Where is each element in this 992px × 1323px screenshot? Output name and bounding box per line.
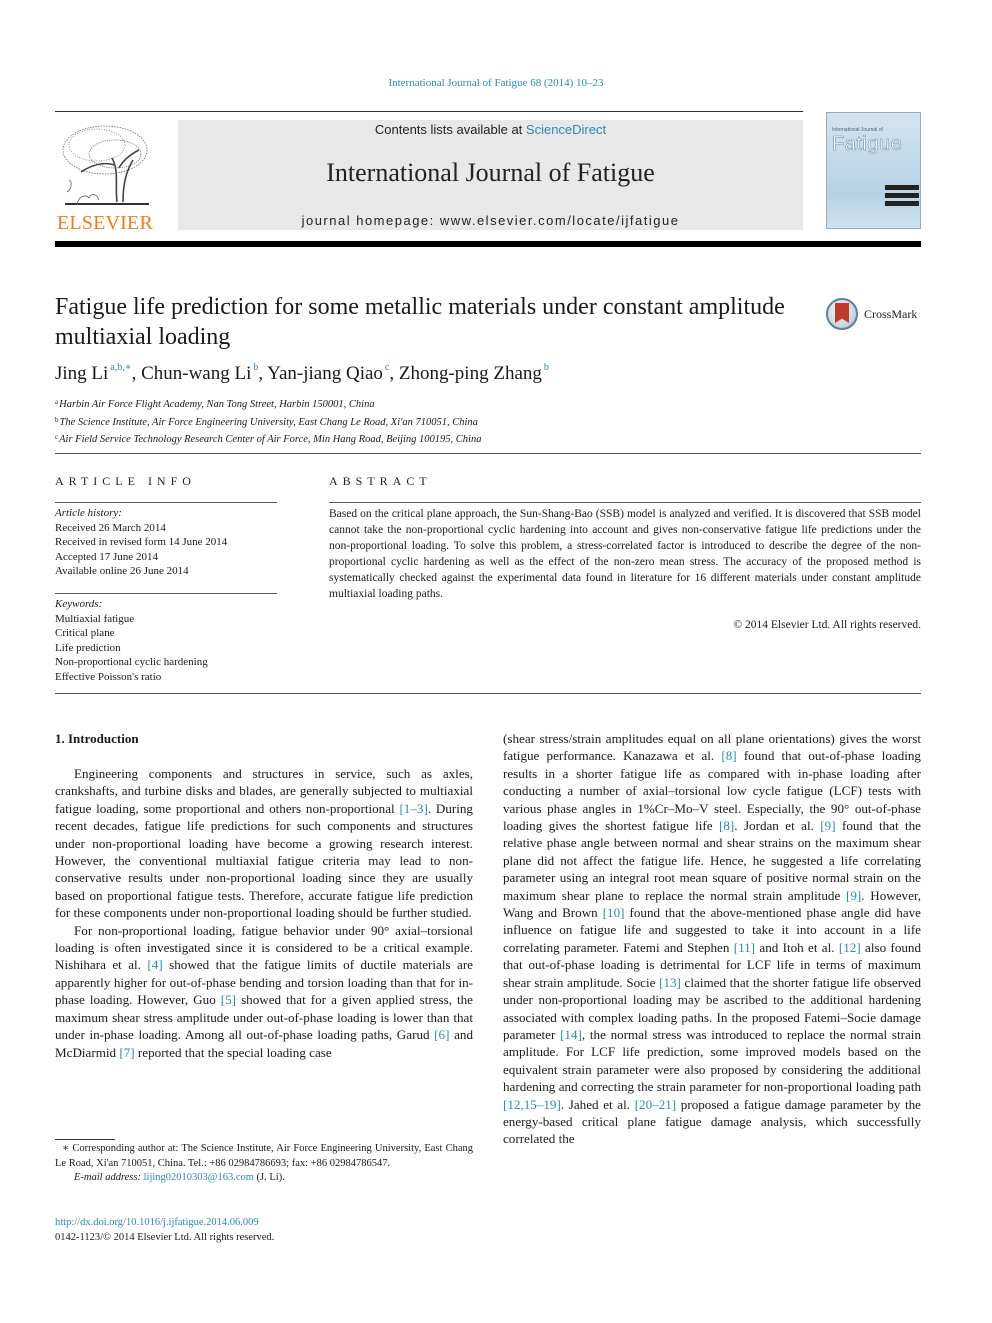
affiliation-key: b <box>55 415 59 424</box>
affiliation-text: Harbin Air Force Flight Academy, Nan Ton… <box>59 399 375 410</box>
contents-prefix: Contents lists available at <box>374 122 526 137</box>
article-history-label: Article history: <box>55 507 122 519</box>
body-column-right: (shear stress/strain amplitudes equal on… <box>503 730 921 1148</box>
citation-link[interactable]: [11] <box>734 940 755 955</box>
keyword-item: Effective Poisson's ratio <box>55 670 162 683</box>
footnote-corresponding: ∗ Corresponding author at: The Science I… <box>55 1142 473 1171</box>
citation-link[interactable]: [9] <box>820 818 835 833</box>
elsevier-wordmark: ELSEVIER <box>56 212 154 234</box>
divider <box>55 502 277 503</box>
cover-big-title: Fatigue <box>832 133 903 156</box>
divider <box>55 693 921 694</box>
header-thick-rule <box>55 241 921 247</box>
citation-link[interactable]: [6] <box>434 1027 449 1042</box>
affiliation-text: Air Field Service Technology Research Ce… <box>59 434 482 445</box>
email-label: E-mail address: <box>74 1172 144 1183</box>
author-affiliation-marker[interactable]: b <box>544 362 549 373</box>
journal-homepage-line: journal homepage: www.elsevier.com/locat… <box>178 213 803 228</box>
citation-link[interactable]: [12] <box>839 940 861 955</box>
journal-masthead: Contents lists available at ScienceDirec… <box>178 120 803 230</box>
divider <box>329 502 921 503</box>
author-affiliation-marker[interactable]: b <box>253 362 258 373</box>
crossmark-label: CrossMark <box>864 307 918 321</box>
citation-link[interactable]: [13] <box>659 975 681 990</box>
paragraph: For non-proportional loading, fatigue be… <box>55 922 473 1060</box>
citation-link[interactable]: [8] <box>719 818 734 833</box>
citation-link[interactable]: [9] <box>846 888 861 903</box>
keywords-label: Keywords: <box>55 598 103 610</box>
affiliation-item: aHarbin Air Force Flight Academy, Nan To… <box>55 395 481 413</box>
citation-link[interactable]: [20–21] <box>635 1097 676 1112</box>
journal-name: International Journal of Fatigue <box>326 158 655 187</box>
abstract-heading: ABSTRACT <box>329 474 432 488</box>
citation-link[interactable]: [12,15–19] <box>503 1097 561 1112</box>
paragraph: Engineering components and structures in… <box>55 766 473 921</box>
abstract-copyright: © 2014 Elsevier Ltd. All rights reserved… <box>733 619 921 631</box>
author-affiliation-marker[interactable]: c <box>385 362 389 373</box>
author-name[interactable]: Zhong-ping Zhang <box>399 363 542 384</box>
footnote-rule <box>55 1139 115 1140</box>
history-item: Accepted 17 June 2014 <box>55 550 158 563</box>
keywords: Keywords: Multiaxial fatigue Critical pl… <box>55 597 208 684</box>
section-heading-introduction: 1. Introduction <box>55 731 139 746</box>
keyword-item: Critical plane <box>55 627 115 639</box>
article-history: Article history: Received 26 March 2014 … <box>55 506 227 579</box>
contents-available-line: Contents lists available at ScienceDirec… <box>178 122 803 137</box>
elsevier-tree-icon <box>62 125 149 205</box>
journal-cover-thumbnail[interactable]: International Journal of Fatigue <box>826 112 921 229</box>
sciencedirect-link[interactable]: ScienceDirect <box>526 122 606 137</box>
affiliations: aHarbin Air Force Flight Academy, Nan To… <box>55 395 481 448</box>
affiliation-item: cAir Field Service Technology Research C… <box>55 430 481 448</box>
keyword-item: Multiaxial fatigue <box>55 612 135 625</box>
article-info-heading: ARTICLE INFO <box>55 474 196 488</box>
author-name[interactable]: Jing Li <box>55 363 108 384</box>
issn-copyright: 0142-1123/© 2014 Elsevier Ltd. All right… <box>55 1231 275 1243</box>
corresponding-author-footnote: ∗ Corresponding author at: The Science I… <box>55 1142 473 1186</box>
body-column-left: Engineering components and structures in… <box>55 765 473 1061</box>
footnote-text: Corresponding author at: The Science Ins… <box>55 1143 474 1169</box>
affiliation-key: a <box>55 398 59 406</box>
email-suffix: (J. Li). <box>253 1172 285 1183</box>
doi-block: http://dx.doi.org/10.1016/j.ijfatigue.20… <box>55 1216 274 1245</box>
footnote-email: E-mail address: lijing02010303@163.com (… <box>55 1171 473 1186</box>
cover-label-bar <box>885 193 919 198</box>
running-head-citation[interactable]: International Journal of Fatigue 68 (201… <box>0 77 992 89</box>
citation-link[interactable]: [10] <box>603 905 625 920</box>
crossmark-button[interactable]: CrossMark <box>826 298 926 334</box>
homepage-prefix: journal homepage: <box>301 213 440 228</box>
citation-link[interactable]: [7] <box>119 1045 134 1060</box>
author-name[interactable]: Chun-wang Li <box>141 363 251 384</box>
history-item: Received in revised form 14 June 2014 <box>55 536 228 548</box>
citation-link[interactable]: [14] <box>560 1027 582 1042</box>
affiliation-item: bThe Science Institute, Air Force Engine… <box>55 413 481 431</box>
citation-link[interactable]: [4] <box>147 957 162 972</box>
email-link[interactable]: lijing02010303@163.com <box>144 1172 254 1183</box>
article-title: Fatigue life prediction for some metalli… <box>55 294 785 350</box>
author-name[interactable]: Yan-jiang Qiao <box>267 363 383 384</box>
abstract-text: Based on the critical plane approach, th… <box>329 508 921 600</box>
affiliation-key: c <box>55 433 59 441</box>
paragraph: (shear stress/strain amplitudes equal on… <box>503 731 922 1147</box>
author-list: Jing Li a,b,∗, Chun-wang Li b, Yan-jiang Q… <box>55 362 549 384</box>
divider <box>55 453 921 454</box>
top-rule <box>55 111 803 112</box>
doi-link[interactable]: http://dx.doi.org/10.1016/j.ijfatigue.20… <box>55 1216 274 1231</box>
divider <box>55 593 277 594</box>
keyword-item: Non-proportional cyclic hardening <box>55 656 208 668</box>
cover-label-bar <box>885 185 919 190</box>
elsevier-logo[interactable]: ELSEVIER <box>55 120 155 235</box>
history-item: Available online 26 June 2014 <box>55 565 189 577</box>
footnote-star: ∗ <box>62 1143 70 1154</box>
cover-label-bar <box>885 201 919 206</box>
history-item: Received 26 March 2014 <box>55 521 166 534</box>
citation-link[interactable]: [5] <box>221 992 236 1007</box>
citation-link[interactable]: [8] <box>721 748 736 763</box>
keyword-item: Life prediction <box>55 641 121 654</box>
author-affiliation-marker[interactable]: a,b,∗ <box>110 362 131 373</box>
homepage-url-link[interactable]: www.elsevier.com/locate/ijfatigue <box>440 213 680 228</box>
citation-link[interactable]: [1–3] <box>399 801 427 816</box>
affiliation-text: The Science Institute, Air Force Enginee… <box>59 416 478 428</box>
